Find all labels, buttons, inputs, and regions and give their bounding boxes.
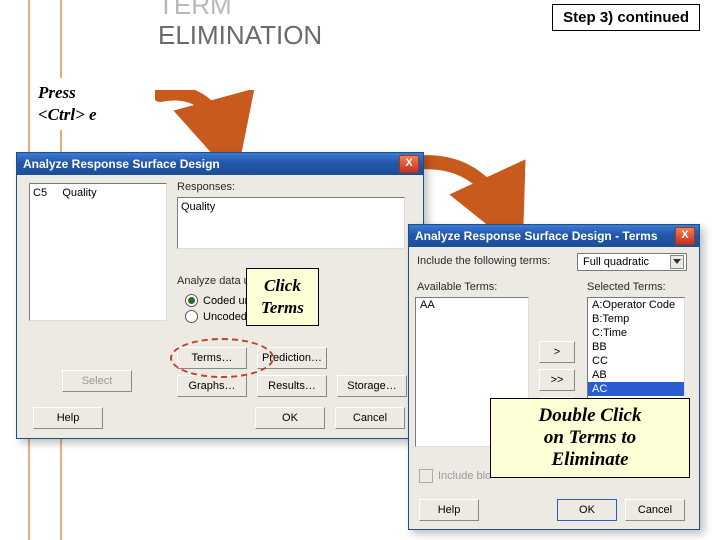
results-button[interactable]: Results… xyxy=(257,375,327,397)
press-ctrl-e-label: Press <Ctrl> e xyxy=(30,78,105,130)
selected-terms-label: Selected Terms: xyxy=(587,281,666,293)
include-blocks-label: Include blo xyxy=(438,470,491,482)
list-item[interactable]: AA xyxy=(416,298,528,312)
responses-textarea[interactable]: Quality xyxy=(177,197,405,249)
dialog-terms: Analyze Response Surface Design - Terms … xyxy=(408,224,700,530)
storage-button[interactable]: Storage… xyxy=(337,375,407,397)
cancel-button[interactable]: Cancel xyxy=(625,499,685,521)
list-item[interactable]: AC xyxy=(588,382,684,396)
variable-list[interactable]: C5 Quality xyxy=(29,183,167,321)
dialog2-title: Analyze Response Surface Design - Terms xyxy=(415,229,675,243)
responses-label: Responses: xyxy=(177,181,235,193)
slide-title: TERM ELIMINATION xyxy=(158,0,322,50)
ok-button[interactable]: OK xyxy=(557,499,617,521)
list-item[interactable]: C:Time xyxy=(588,326,684,340)
ok-button[interactable]: OK xyxy=(255,407,325,429)
move-all-right-button[interactable]: >> xyxy=(539,369,575,391)
step-badge: Step 3) continued xyxy=(552,4,700,31)
list-item[interactable]: A:Operator Code xyxy=(588,298,684,312)
dialog2-titlebar[interactable]: Analyze Response Surface Design - Terms … xyxy=(409,225,699,247)
chevron-down-icon xyxy=(673,259,681,264)
help-button[interactable]: Help xyxy=(419,499,479,521)
close-icon[interactable]: X xyxy=(399,155,419,173)
click-terms-callout: Click Terms xyxy=(246,268,319,326)
include-blocks-checkbox xyxy=(419,469,433,483)
dialog1-title: Analyze Response Surface Design xyxy=(23,157,399,171)
list-item[interactable]: AB xyxy=(588,368,684,382)
dialog1-titlebar[interactable]: Analyze Response Surface Design X xyxy=(17,153,423,175)
double-click-callout: Double Click on Terms to Eliminate xyxy=(490,398,690,478)
include-terms-dropdown[interactable]: Full quadratic xyxy=(577,253,687,271)
close-icon[interactable]: X xyxy=(675,227,695,245)
list-item[interactable]: CC xyxy=(588,354,684,368)
radio-dot-icon xyxy=(185,310,198,323)
graphs-button[interactable]: Graphs… xyxy=(177,375,247,397)
cancel-button[interactable]: Cancel xyxy=(335,407,405,429)
include-terms-label: Include the following terms: xyxy=(417,255,550,267)
list-item[interactable]: B:Temp xyxy=(588,312,684,326)
curved-arrow-to-dialog1 xyxy=(155,90,255,160)
move-right-button[interactable]: > xyxy=(539,341,575,363)
select-button: Select xyxy=(62,370,132,392)
help-button[interactable]: Help xyxy=(33,407,103,429)
title-line1: TERM xyxy=(158,0,322,20)
dialog-analyze-response-surface: Analyze Response Surface Design X C5 Qua… xyxy=(16,152,424,439)
variable-list-row: C5 Quality xyxy=(33,187,163,199)
available-terms-label: Available Terms: xyxy=(417,281,497,293)
terms-button-highlight xyxy=(170,338,274,378)
title-line2: ELIMINATION xyxy=(158,20,322,50)
radio-dot-icon xyxy=(185,294,198,307)
list-item[interactable]: BB xyxy=(588,340,684,354)
